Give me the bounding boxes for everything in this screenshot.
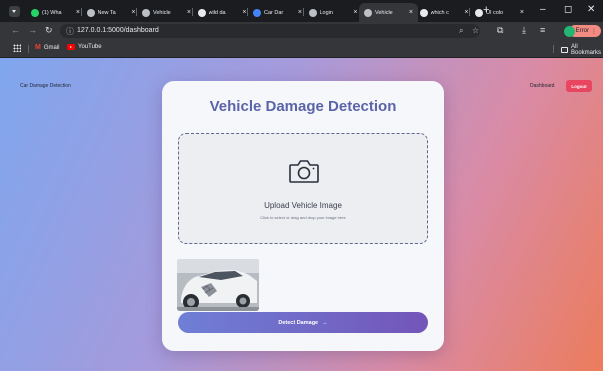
back-icon[interactable]: ← xyxy=(11,25,20,35)
zoom-icon[interactable]: ⌕ xyxy=(459,26,463,36)
tab-title: UI colo xyxy=(486,9,504,16)
page-viewport: Car Damage Detection Dashboard Logout Ve… xyxy=(0,58,603,371)
tab-title: which c xyxy=(430,9,449,16)
tab-favicon-icon xyxy=(142,8,150,17)
tab-close-icon[interactable]: × xyxy=(131,9,135,16)
more-menu-icon[interactable]: ⋮ xyxy=(591,28,597,35)
page-title: Vehicle Damage Detection xyxy=(209,98,397,115)
close-window-icon[interactable]: ✕ xyxy=(587,4,595,15)
tab-title: Vehicle xyxy=(153,9,171,16)
tab-favicon-icon xyxy=(364,8,372,17)
minimize-icon[interactable]: – xyxy=(540,4,546,15)
browser-tab[interactable]: which c × xyxy=(415,3,474,22)
all-bookmarks-button[interactable]: All Bookmarks xyxy=(561,44,603,56)
upload-title: Upload Vehicle Image xyxy=(264,201,342,210)
tab-title: Login xyxy=(319,9,333,16)
tab-favicon-icon xyxy=(419,8,428,17)
tab-strip: (1) Wha × New Ta × Vehicle × wild da × Car Dar × L… xyxy=(0,0,603,22)
address-bar[interactable]: ⓘ 127.0.0.1:5000/dashboard ⌕ ☆ xyxy=(60,24,480,38)
browser-tab[interactable]: New Ta × xyxy=(82,3,141,22)
site-info-icon[interactable]: ⓘ xyxy=(66,26,74,37)
gmail-icon: M xyxy=(35,44,41,51)
damaged-car-thumbnail xyxy=(177,259,259,311)
logout-button[interactable]: Logout xyxy=(566,80,592,92)
bookmark-divider xyxy=(553,45,554,53)
extensions-icon[interactable]: ⧉ xyxy=(497,25,503,36)
bookmark-youtube[interactable]: YouTube xyxy=(67,44,102,50)
tab-close-icon[interactable]: × xyxy=(187,9,191,16)
tab-close-icon[interactable]: × xyxy=(520,9,524,16)
download-icon[interactable]: ⤓ xyxy=(522,25,526,36)
bookmark-youtube-label: YouTube xyxy=(78,44,102,50)
avatar[interactable] xyxy=(564,26,575,37)
browser-tab[interactable]: Vehicle × xyxy=(359,3,418,22)
arrow-right-icon: → xyxy=(322,319,328,326)
tab-favicon-icon xyxy=(197,8,206,17)
tab-favicon-icon xyxy=(253,8,261,17)
tab-close-icon[interactable]: × xyxy=(409,9,413,16)
youtube-icon xyxy=(67,44,75,50)
brand-link[interactable]: Car Damage Detection xyxy=(20,83,71,89)
uploaded-image-preview xyxy=(177,259,259,311)
upload-hint: Click to select or drag and drop your im… xyxy=(260,215,346,220)
tab-favicon-icon xyxy=(475,8,483,17)
reload-icon[interactable]: ↻ xyxy=(45,25,53,36)
tab-search-icon[interactable] xyxy=(9,6,20,17)
apps-grid-icon[interactable] xyxy=(13,44,21,52)
tab-title: Vehicle xyxy=(375,9,393,16)
bookmarks-bar: M Gmail YouTube All Bookmarks xyxy=(0,40,603,58)
browser-tab[interactable]: Car Dar × xyxy=(248,3,307,22)
nav-dashboard-link[interactable]: Dashboard xyxy=(530,83,554,89)
tab-title: wild da xyxy=(208,9,226,16)
browser-toolbar: ← → ↻ ⓘ 127.0.0.1:5000/dashboard ⌕ ☆ ⧉ ⤓… xyxy=(0,22,603,40)
bookmark-divider xyxy=(28,45,29,53)
tab-favicon-icon xyxy=(31,8,39,17)
browser-tab[interactable]: wild da × xyxy=(193,3,252,22)
reading-list-icon[interactable]: ≡ xyxy=(540,25,545,35)
new-tab-button[interactable]: + xyxy=(483,4,489,16)
bookmark-gmail-label: Gmail xyxy=(43,44,60,51)
folder-icon xyxy=(561,47,568,53)
tab-close-icon[interactable]: × xyxy=(464,9,468,16)
tab-close-icon[interactable]: × xyxy=(353,9,357,16)
error-label: Error xyxy=(575,28,589,34)
tab-close-icon[interactable]: × xyxy=(298,9,302,16)
upload-card: Vehicle Damage Detection Upload Vehicle … xyxy=(162,81,444,351)
bookmark-gmail[interactable]: M Gmail xyxy=(35,44,60,51)
tab-favicon-icon xyxy=(308,8,317,17)
detect-damage-label: Detect Damage xyxy=(278,319,319,326)
tab-favicon-icon xyxy=(86,8,95,17)
browser-tab[interactable]: (1) Wha × xyxy=(26,3,85,22)
tab-title: (1) Wha xyxy=(42,9,62,16)
detect-damage-button[interactable]: Detect Damage → xyxy=(178,312,428,333)
browser-tab[interactable]: Vehicle × xyxy=(137,3,196,22)
browser-tab[interactable]: UI colo × xyxy=(470,3,529,22)
browser-tab[interactable]: Login × xyxy=(304,3,363,22)
bookmark-star-icon[interactable]: ☆ xyxy=(472,26,479,35)
tab-close-icon[interactable]: × xyxy=(76,9,80,16)
tab-title: Car Dar xyxy=(264,9,284,16)
image-dropzone[interactable]: Upload Vehicle Image Click to select or … xyxy=(178,133,428,244)
tab-title: New Ta xyxy=(97,9,116,16)
maximize-icon[interactable]: ◻ xyxy=(564,4,572,15)
tab-close-icon[interactable]: × xyxy=(242,9,246,16)
url-text: 127.0.0.1:5000/dashboard xyxy=(77,27,159,34)
camera-icon xyxy=(289,160,319,183)
all-bookmarks-label: All Bookmarks xyxy=(571,44,602,56)
forward-icon[interactable]: → xyxy=(28,25,37,35)
